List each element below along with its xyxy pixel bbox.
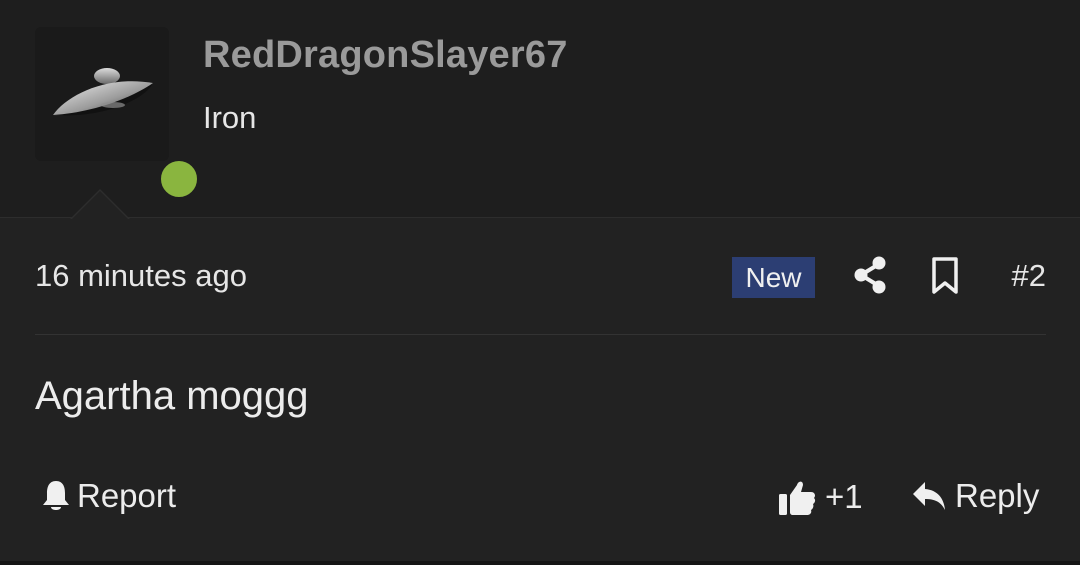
bottom-edge [0,561,1080,565]
post-timestamp[interactable]: 16 minutes ago [35,258,247,294]
post-author-header: RedDragonSlayer67 Iron [0,0,1080,218]
like-count: +1 [825,478,863,515]
like-button[interactable]: +1 [777,477,863,517]
forum-post: RedDragonSlayer67 Iron 16 minutes ago Ne… [0,0,1080,565]
post-number[interactable]: #2 [1012,258,1046,294]
report-label: Report [77,477,177,514]
author-rank: Iron [203,100,257,135]
reply-button[interactable]: Reply [911,477,1039,515]
share-icon [854,256,886,294]
bell-icon [43,481,69,510]
post-content: Agartha moggg [35,374,309,418]
new-badge: New [732,257,815,298]
report-button[interactable]: Report [41,477,176,515]
divider [35,334,1046,335]
thumbs-up-icon [779,481,816,515]
reply-icon [913,482,945,510]
post-actions: Report +1 Reply [35,475,1046,525]
avatar[interactable] [35,27,200,200]
author-username[interactable]: RedDragonSlayer67 [203,34,568,77]
bookmark-button[interactable] [929,256,961,296]
online-status-indicator [158,158,200,200]
post-meta-row: 16 minutes ago New #2 [35,250,1046,302]
share-button[interactable] [852,255,888,295]
bookmark-icon [932,257,958,294]
reply-label: Reply [955,477,1040,514]
ufo-icon [53,68,153,116]
